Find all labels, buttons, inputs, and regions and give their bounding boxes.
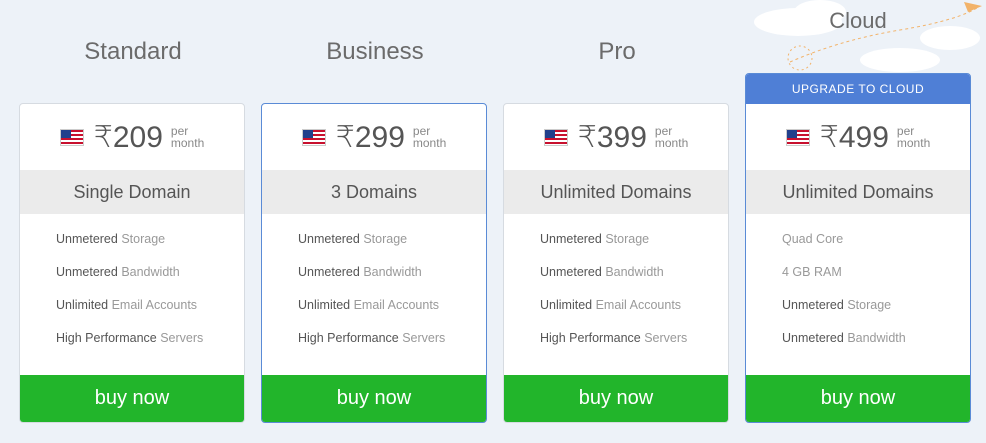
price-row: ₹209 per month xyxy=(20,104,244,170)
price: ₹299 xyxy=(335,120,405,154)
buy-now-button[interactable]: buy now xyxy=(746,375,970,422)
feature-item: Unmetered Storage xyxy=(782,298,892,312)
price: ₹499 xyxy=(819,120,889,154)
plan-card-business: ₹299 per month 3 Domains Unmetered Storag… xyxy=(261,103,487,423)
feature-item: Quad Core xyxy=(782,232,844,246)
feature-item: Unlimited Email Accounts xyxy=(56,298,198,312)
feature-list: Unmetered Storage Unmetered Bandwidth Un… xyxy=(504,214,728,360)
price-period: per month xyxy=(170,124,205,150)
upgrade-to-cloud-banner[interactable]: UPGRADE TO CLOUD xyxy=(746,74,970,104)
feature-item: Unmetered Storage xyxy=(298,232,408,246)
price-period: per month xyxy=(896,124,931,150)
buy-now-button[interactable]: buy now xyxy=(504,375,728,422)
domain-count: Unlimited Domains xyxy=(504,170,728,214)
feature-list: Unmetered Storage Unmetered Bandwidth Un… xyxy=(262,214,486,360)
domain-count: Single Domain xyxy=(20,170,244,214)
price: ₹399 xyxy=(577,120,647,154)
feature-list: Unmetered Storage Unmetered Bandwidth Un… xyxy=(20,214,244,360)
feature-item: Unmetered Bandwidth xyxy=(56,265,180,279)
price-row: ₹299 per month xyxy=(262,104,486,170)
plan-title-pro: Pro xyxy=(598,38,636,65)
price-period: per month xyxy=(412,124,447,150)
feature-item: Unmetered Bandwidth xyxy=(298,265,422,279)
feature-item: Unmetered Storage xyxy=(56,232,166,246)
feature-item: Unmetered Bandwidth xyxy=(782,331,906,345)
price: ₹209 xyxy=(93,120,163,154)
feature-item: High Performance Servers xyxy=(298,331,446,345)
price-row: ₹399 per month xyxy=(504,104,728,170)
price-row: ₹499 per month xyxy=(746,104,970,170)
feature-item: 4 GB RAM xyxy=(782,265,842,279)
plan-title-business: Business xyxy=(326,38,424,65)
feature-item: Unlimited Email Accounts xyxy=(540,298,682,312)
plan-card-standard: ₹209 per month Single Domain Unmetered St… xyxy=(19,103,245,423)
feature-item: Unmetered Bandwidth xyxy=(540,265,664,279)
us-flag-icon xyxy=(543,128,568,146)
plan-title-cloud: Cloud xyxy=(829,8,887,33)
feature-item: High Performance Servers xyxy=(56,331,204,345)
domain-count: Unlimited Domains xyxy=(746,170,970,214)
us-flag-icon xyxy=(301,128,326,146)
plan-card-cloud: UPGRADE TO CLOUD ₹499 per month Unlimited… xyxy=(745,73,971,423)
feature-item: Unlimited Email Accounts xyxy=(298,298,440,312)
domain-count: 3 Domains xyxy=(262,170,486,214)
plan-title-standard: Standard xyxy=(84,38,182,65)
feature-list: Quad Core 4 GB RAM Unmetered Storage Unm… xyxy=(746,214,970,360)
us-flag-icon xyxy=(59,128,84,146)
feature-item: Unmetered Storage xyxy=(540,232,650,246)
us-flag-icon xyxy=(785,128,810,146)
price-period: per month xyxy=(654,124,689,150)
buy-now-button[interactable]: buy now xyxy=(20,375,244,422)
feature-item: High Performance Servers xyxy=(540,331,688,345)
plan-card-pro: ₹399 per month Unlimited Domains Unmetere… xyxy=(503,103,729,423)
buy-now-button[interactable]: buy now xyxy=(262,375,486,422)
